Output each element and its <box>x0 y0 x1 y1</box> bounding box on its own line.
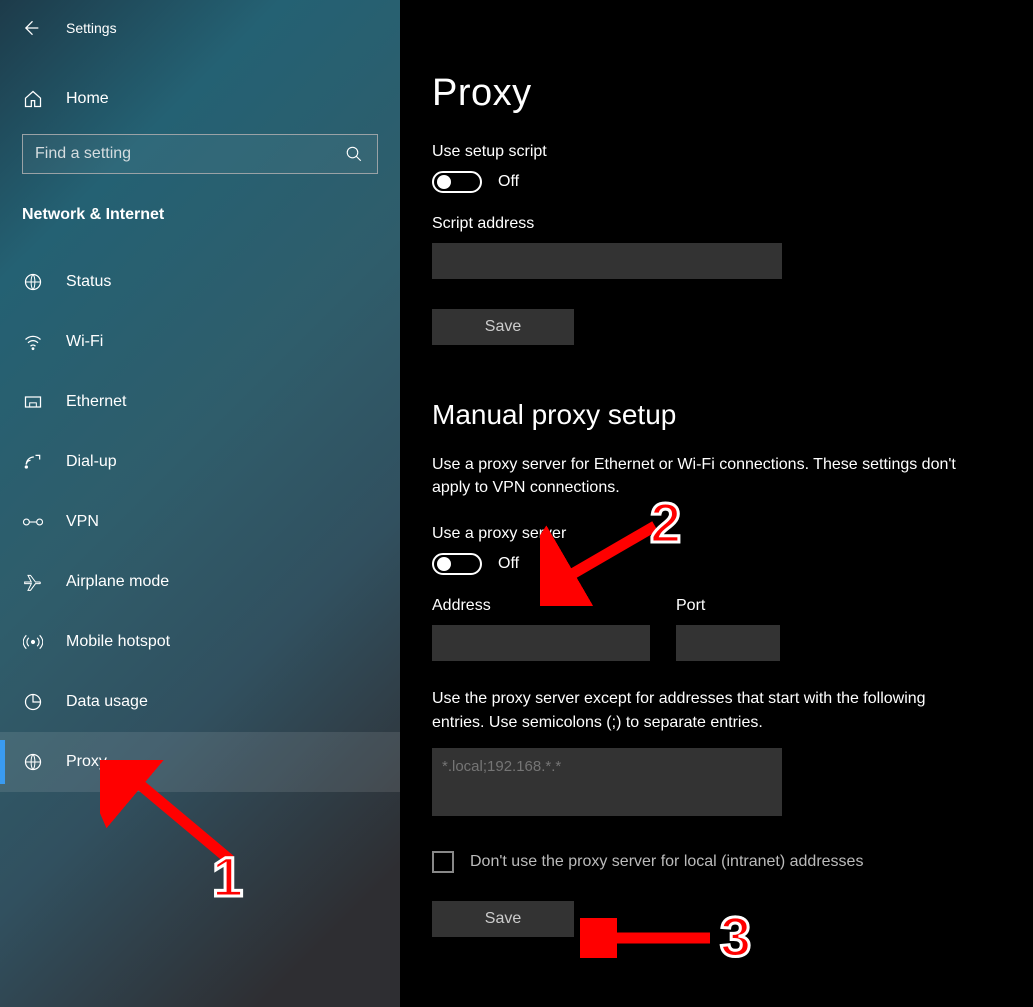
address-input[interactable] <box>432 625 650 661</box>
page-title: Proxy <box>432 72 993 115</box>
nav-item-vpn[interactable]: VPN <box>0 492 400 552</box>
wifi-icon <box>22 331 44 353</box>
nav-list: Status Wi-Fi Ethernet Dial-up <box>0 252 400 792</box>
nav-label: Data usage <box>66 693 148 711</box>
window-title: Settings <box>66 20 117 36</box>
port-input[interactable] <box>676 625 780 661</box>
script-address-input[interactable] <box>432 243 782 279</box>
home-label: Home <box>66 90 109 108</box>
nav-label: VPN <box>66 513 99 531</box>
local-bypass-checkbox[interactable] <box>432 851 454 873</box>
ethernet-icon <box>22 391 44 413</box>
manual-proxy-desc: Use a proxy server for Ethernet or Wi-Fi… <box>432 453 972 499</box>
script-address-label: Script address <box>432 215 993 233</box>
sidebar: Settings Home Network & Internet Stat <box>0 0 400 1007</box>
nav-item-status[interactable]: Status <box>0 252 400 312</box>
proxy-icon <box>22 751 44 773</box>
titlebar: Settings <box>0 6 400 50</box>
nav-label: Dial-up <box>66 453 117 471</box>
back-button[interactable] <box>20 18 40 38</box>
category-heading: Network & Internet <box>0 178 400 234</box>
nav-item-datausage[interactable]: Data usage <box>0 672 400 732</box>
dialup-icon <box>22 451 44 473</box>
port-label: Port <box>676 597 780 615</box>
use-proxy-state: Off <box>498 555 519 573</box>
vpn-icon <box>22 511 44 533</box>
exceptions-input[interactable] <box>432 748 782 816</box>
nav-item-wifi[interactable]: Wi-Fi <box>0 312 400 372</box>
search-box[interactable] <box>22 134 378 174</box>
nav-item-airplane[interactable]: Airplane mode <box>0 552 400 612</box>
search-input[interactable] <box>35 145 343 163</box>
setup-script-state: Off <box>498 173 519 191</box>
save-proxy-button[interactable]: Save <box>432 901 574 937</box>
local-bypass-label: Don't use the proxy server for local (in… <box>470 853 863 871</box>
manual-proxy-heading: Manual proxy setup <box>432 399 993 431</box>
nav-label: Mobile hotspot <box>66 633 170 651</box>
nav-label: Wi-Fi <box>66 333 103 351</box>
home-nav[interactable]: Home <box>0 72 400 126</box>
nav-item-proxy[interactable]: Proxy <box>0 732 400 792</box>
home-icon <box>22 88 44 110</box>
setup-script-label: Use setup script <box>432 143 993 161</box>
main-pane: Proxy Use setup script Off Script addres… <box>400 0 1033 1007</box>
save-script-button[interactable]: Save <box>432 309 574 345</box>
hotspot-icon <box>22 631 44 653</box>
nav-label: Proxy <box>66 753 107 771</box>
nav-item-dialup[interactable]: Dial-up <box>0 432 400 492</box>
use-proxy-label: Use a proxy server <box>432 525 993 543</box>
address-label: Address <box>432 597 650 615</box>
datausage-icon <box>22 691 44 713</box>
globe-icon <box>22 271 44 293</box>
nav-label: Status <box>66 273 111 291</box>
airplane-icon <box>22 571 44 593</box>
arrow-left-icon <box>20 18 40 38</box>
nav-item-ethernet[interactable]: Ethernet <box>0 372 400 432</box>
nav-label: Airplane mode <box>66 573 169 591</box>
nav-item-hotspot[interactable]: Mobile hotspot <box>0 612 400 672</box>
use-proxy-toggle[interactable] <box>432 553 482 575</box>
setup-script-toggle[interactable] <box>432 171 482 193</box>
nav-label: Ethernet <box>66 393 126 411</box>
exceptions-label: Use the proxy server except for addresse… <box>432 687 972 733</box>
search-icon <box>343 143 365 165</box>
